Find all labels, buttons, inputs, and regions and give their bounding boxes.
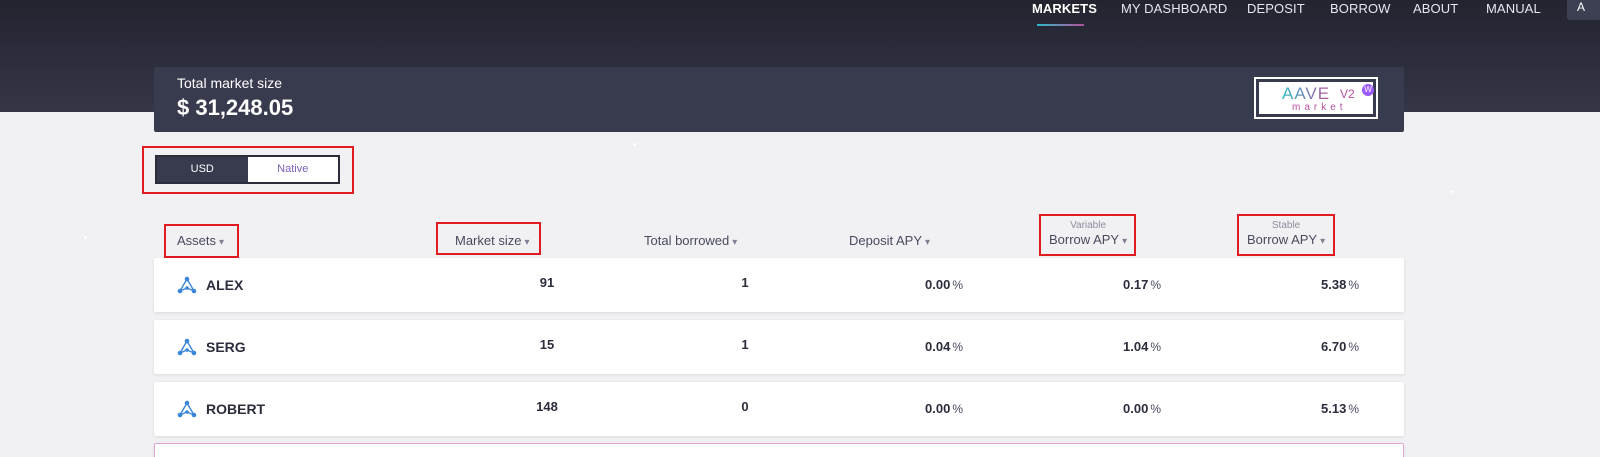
- percent-unit: %: [1348, 340, 1359, 354]
- percent-unit: %: [1150, 402, 1161, 416]
- header-deposit-apy-label: Deposit APY: [849, 233, 922, 248]
- market-size-label: Total market size: [177, 75, 283, 91]
- nav-about[interactable]: ABOUT: [1413, 1, 1458, 16]
- toggle-usd[interactable]: USD: [157, 157, 248, 182]
- aave-market-label: market: [1292, 102, 1347, 113]
- nav-my-dashboard[interactable]: MY DASHBOARD: [1121, 1, 1227, 16]
- header-total-borrowed-label: Total borrowed: [644, 233, 730, 248]
- market-size-value: $ 31,248.05: [177, 95, 294, 120]
- cell-deposit-apy: 0.04%: [884, 339, 1004, 354]
- cell-market-size: 148: [536, 399, 558, 414]
- cell-total-borrowed: 1: [741, 275, 749, 290]
- highlight-assets-header: [164, 224, 239, 258]
- table-row-partial[interactable]: [154, 443, 1404, 457]
- nav-markets[interactable]: MARKETS: [1032, 1, 1097, 16]
- network-icon: W: [1362, 84, 1374, 96]
- nav-account-button[interactable]: A: [1567, 0, 1600, 20]
- table-row[interactable]: SERG 15 1 0.04% 1.04% 6.70%: [154, 320, 1404, 374]
- cell-variable-apy-value: 0.17: [1123, 277, 1149, 292]
- decorative-dot: [1450, 190, 1453, 193]
- nav-manual[interactable]: MANUAL: [1486, 1, 1541, 16]
- highlight-variable-header: [1039, 214, 1136, 256]
- cell-total-borrowed: 0: [741, 399, 749, 414]
- asset-name: ROBERT: [206, 401, 266, 417]
- header-deposit-apy[interactable]: Deposit APY ▾: [849, 233, 930, 248]
- percent-unit: %: [952, 402, 963, 416]
- cell-deposit-apy: 0.00%: [884, 401, 1004, 416]
- cell-variable-apy: 0.00%: [1082, 401, 1202, 416]
- aave-version: V2: [1340, 87, 1355, 101]
- highlight-market-size-header: [436, 222, 541, 255]
- cell-deposit-apy-value: 0.04: [925, 339, 951, 354]
- account-glyph: A: [1577, 0, 1586, 14]
- asset-network-icon: [177, 276, 197, 294]
- cell-variable-apy-value: 1.04: [1123, 339, 1149, 354]
- cell-stable-apy: 5.38%: [1280, 277, 1400, 292]
- header-total-borrowed[interactable]: Total borrowed ▾: [644, 233, 737, 248]
- sort-arrow-icon: ▾: [732, 237, 738, 248]
- cell-market-size: 15: [539, 337, 555, 352]
- cell-total-borrowed: 1: [741, 337, 749, 352]
- cell-stable-apy-value: 5.13: [1321, 401, 1347, 416]
- cell-variable-apy: 1.04%: [1082, 339, 1202, 354]
- nav-active-underline: [1037, 24, 1084, 26]
- decorative-dot: [84, 236, 87, 239]
- cell-variable-apy-value: 0.00: [1123, 401, 1149, 416]
- asset-name: ALEX: [206, 277, 244, 293]
- cell-stable-apy-value: 6.70: [1321, 339, 1347, 354]
- currency-toggle: USD Native: [155, 155, 340, 184]
- cell-stable-apy: 5.13%: [1280, 401, 1400, 416]
- highlight-stable-header: [1237, 214, 1335, 256]
- sort-arrow-icon: ▾: [925, 237, 931, 248]
- market-selector-badge[interactable]: AAVE V2 market W: [1254, 77, 1378, 119]
- percent-unit: %: [952, 278, 963, 292]
- cell-market-size: 91: [539, 275, 555, 290]
- asset-name: SERG: [206, 339, 246, 355]
- cell-deposit-apy-value: 0.00: [925, 277, 951, 292]
- cell-stable-apy-value: 5.38: [1321, 277, 1347, 292]
- table-row[interactable]: ALEX 91 1 0.00% 0.17% 5.38%: [154, 258, 1404, 312]
- aave-logo-panel: AAVE V2 market W: [1259, 82, 1374, 114]
- aave-logo: AAVE: [1282, 84, 1331, 103]
- nav-deposit[interactable]: DEPOSIT: [1247, 1, 1305, 16]
- cell-variable-apy: 0.17%: [1082, 277, 1202, 292]
- asset-network-icon: [177, 338, 197, 356]
- cell-deposit-apy-value: 0.00: [925, 401, 951, 416]
- percent-unit: %: [1150, 278, 1161, 292]
- cell-deposit-apy: 0.00%: [884, 277, 1004, 292]
- market-summary-bar: Total market size $ 31,248.05 AAVE V2 ma…: [154, 67, 1404, 132]
- percent-unit: %: [952, 340, 963, 354]
- table-row[interactable]: ROBERT 148 0 0.00% 0.00% 5.13%: [154, 382, 1404, 436]
- percent-unit: %: [1150, 340, 1161, 354]
- percent-unit: %: [1348, 278, 1359, 292]
- percent-unit: %: [1348, 402, 1359, 416]
- asset-network-icon: [177, 400, 197, 418]
- toggle-native[interactable]: Native: [247, 157, 338, 182]
- top-nav: MARKETS MY DASHBOARD DEPOSIT BORROW ABOU…: [0, 0, 1600, 30]
- cell-stable-apy: 6.70%: [1280, 339, 1400, 354]
- decorative-dot: [633, 143, 636, 146]
- nav-borrow[interactable]: BORROW: [1330, 1, 1391, 16]
